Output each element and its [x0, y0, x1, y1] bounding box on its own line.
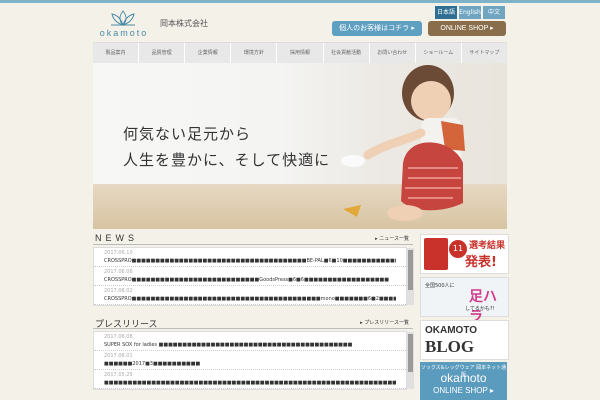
- shop-brand: okamoto: [440, 371, 487, 385]
- lang-chinese[interactable]: 中文: [483, 6, 505, 19]
- online-shop-button[interactable]: ONLINE SHOP ▸: [428, 21, 506, 36]
- nav-item[interactable]: 社会貢献活動: [324, 43, 370, 63]
- nav-item[interactable]: 企業情報: [185, 43, 232, 63]
- press-text[interactable]: ■■■■■■2017■3■■■■■■■■■■: [104, 360, 396, 368]
- press-text[interactable]: ■■■■■■■■■■■■■■■■■■■■■■■■■■■■■■■■■■■■■■■■…: [104, 379, 396, 387]
- contest-badge-icon: [424, 238, 448, 270]
- hero-banner: 何気ない足元から 人生を豊かに、そして快適に: [93, 63, 507, 229]
- press-scrollbar[interactable]: [407, 332, 414, 389]
- press-more-link[interactable]: ▸ プレスリリース一覧: [360, 319, 409, 326]
- press-date: 2017.06.08: [104, 334, 133, 340]
- press-scroll-thumb[interactable]: [408, 334, 413, 372]
- news-date: 2017.06.10: [104, 250, 133, 256]
- contest-title: 選考結果: [469, 241, 506, 251]
- nav-item[interactable]: 環境方針: [231, 43, 278, 63]
- header: okamoto 岡本株式会社 日本語 English 中文 個人のお客様はコチラ…: [0, 3, 600, 40]
- press-text[interactable]: SUPER SOX for ladies ■■■■■■■■■■■■■■■■■■■…: [104, 341, 396, 349]
- news-header: NEWS ▸ ニュース一覧: [93, 233, 413, 245]
- news-item[interactable]: 2017.06.06 CROSSPRO■■■■■■■■■■■■■■■■■■■■■…: [94, 267, 406, 286]
- hero-child-illustration: [341, 65, 465, 221]
- hero-catch-line2: 人生を豊かに、そして快適に: [123, 151, 331, 169]
- news-text[interactable]: CROSSPRO■■■■■■■■■■■■■■■■■■■■■■■■■■■Goods…: [104, 276, 396, 284]
- press-item[interactable]: 2017.06.01 ■■■■■■2017■3■■■■■■■■■■: [94, 351, 406, 370]
- nav-item[interactable]: 採用情報: [277, 43, 324, 63]
- nav-item[interactable]: 品質管理: [139, 43, 186, 63]
- ashi-hara-sub: してるかも?!: [465, 306, 495, 312]
- blog-title: BLOG: [425, 337, 475, 356]
- press-header: プレスリリース ▸ プレスリリース一覧: [93, 318, 413, 329]
- news-text[interactable]: CROSSPRO■■■■■■■■■■■■■■■■■■■■■■■■■■■■■■■■…: [104, 257, 396, 265]
- company-name: 岡本株式会社: [160, 19, 208, 28]
- lang-english[interactable]: English: [459, 6, 481, 19]
- ashi-hara-caption: 全国500人に: [425, 283, 455, 289]
- nav-item[interactable]: 製品案内: [93, 43, 140, 63]
- news-list[interactable]: 2017.06.10 CROSSPRO■■■■■■■■■■■■■■■■■■■■■…: [93, 247, 414, 306]
- news-item[interactable]: 2017.06.02 CROSSPRO■■■■■■■■■■■■■■■■■■■■■…: [94, 286, 406, 305]
- nav-item[interactable]: サイトマップ: [462, 43, 507, 63]
- press-date: 2017.05.25: [104, 372, 133, 378]
- blog-banner[interactable]: OKAMOTO BLOG: [420, 320, 509, 360]
- contest-result-banner[interactable]: 11 選考結果 発表!: [420, 234, 509, 274]
- news-scroll-thumb[interactable]: [408, 250, 413, 290]
- news-scrollbar[interactable]: [407, 248, 414, 305]
- lang-japanese[interactable]: 日本語: [435, 6, 457, 19]
- blog-brand: OKAMOTO: [425, 325, 478, 336]
- news-date: 2017.06.02: [104, 288, 133, 294]
- press-list[interactable]: 2017.06.08 SUPER SOX for ladies ■■■■■■■■…: [93, 331, 414, 390]
- lotus-logo-icon: [111, 10, 135, 26]
- news-more-link[interactable]: ▸ ニュース一覧: [375, 235, 409, 242]
- online-shop-banner[interactable]: ソックス&レッグウェア 岡本ネット通販 okamoto ONLINE SHOP …: [420, 362, 507, 400]
- nav-item[interactable]: ショールーム: [416, 43, 462, 63]
- nav-item[interactable]: お問い合わせ: [370, 43, 416, 63]
- press-title: プレスリリース: [95, 319, 158, 329]
- logo[interactable]: okamoto: [92, 9, 156, 39]
- personal-customer-button[interactable]: 個人のお客様はコチラ ▸: [332, 21, 422, 36]
- shop-title: ONLINE SHOP ▸: [433, 386, 494, 395]
- logo-text: okamoto: [99, 28, 149, 38]
- press-item[interactable]: 2017.05.25 ■■■■■■■■■■■■■■■■■■■■■■■■■■■■■…: [94, 370, 406, 389]
- global-nav: 製品案内 品質管理 企業情報 環境方針 採用情報 社会貢献活動 お問い合わせ シ…: [93, 42, 507, 64]
- hero-catch-line1: 何気ない足元から: [123, 125, 252, 143]
- press-item[interactable]: 2017.06.08 SUPER SOX for ladies ■■■■■■■■…: [94, 332, 406, 351]
- contest-subtitle: 発表!: [465, 255, 497, 270]
- ashi-hara-banner[interactable]: 全国500人に 足ハラ してるかも?!: [420, 277, 509, 325]
- news-date: 2017.06.06: [104, 269, 133, 275]
- press-date: 2017.06.01: [104, 353, 133, 359]
- news-text[interactable]: CROSSPRO■■■■■■■■■■■■■■■■■■■■■■■■■■■■■■■■…: [104, 295, 396, 303]
- news-item[interactable]: 2017.06.10 CROSSPRO■■■■■■■■■■■■■■■■■■■■■…: [94, 248, 406, 267]
- news-title: NEWS: [95, 233, 138, 243]
